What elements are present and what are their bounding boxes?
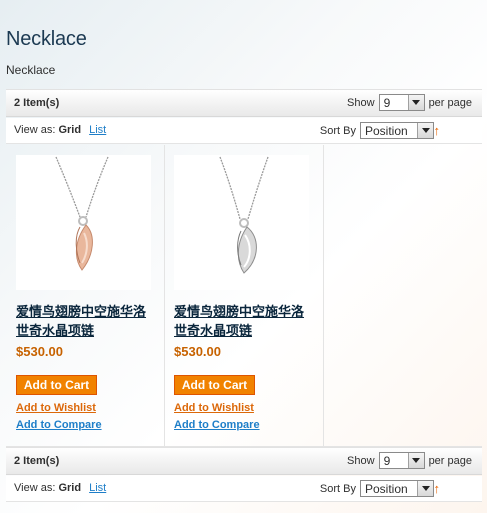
product-name-link[interactable]: 爱情鸟翅膀中空施华洛世奇水晶项链	[174, 302, 314, 340]
toolbar-sorter-top: View as: Grid List Sort By Position ↑	[6, 118, 482, 144]
add-to-compare-link[interactable]: Add to Compare	[174, 419, 260, 431]
product-grid: 爱情鸟翅膀中空施华洛世奇水晶项链 $530.00 Add to Cart Add…	[6, 145, 482, 447]
toolbar-pager-top: 2 Item(s) Show 9 per page	[6, 89, 482, 117]
limit-select[interactable]: 9	[378, 452, 425, 469]
per-page-label: per page	[428, 96, 472, 109]
sort-by: Sort By Position	[320, 122, 438, 139]
page-title: Necklace	[6, 28, 87, 50]
view-grid-current: Grid	[58, 482, 82, 494]
chevron-down-icon[interactable]	[407, 453, 424, 468]
view-as-label: View as:	[14, 482, 56, 494]
product-name-link[interactable]: 爱情鸟翅膀中空施华洛世奇水晶项链	[16, 302, 156, 340]
view-as-label: View as:	[14, 124, 56, 136]
view-list-link[interactable]: List	[89, 482, 106, 494]
sort-by-label: Sort By	[319, 482, 356, 495]
product-item: 爱情鸟翅膀中空施华洛世奇水晶项链 $530.00 Add to Cart Add…	[6, 145, 164, 447]
sort-direction-icon[interactable]: ↑	[434, 481, 441, 496]
add-to-cart-button[interactable]: Add to Cart	[174, 375, 255, 395]
sort-select[interactable]: Position	[360, 122, 434, 139]
limiter: Show 9 per page	[347, 94, 472, 111]
add-to-compare-link[interactable]: Add to Compare	[16, 419, 102, 431]
item-count: 2 Item(s)	[14, 97, 60, 109]
toolbar-pager-bottom: 2 Item(s) Show 9 per page	[6, 447, 482, 475]
category-description: Necklace	[6, 63, 56, 77]
chevron-down-icon[interactable]	[417, 481, 433, 496]
toolbar-sorter-bottom: View as: Grid List Sort By Position ↑	[6, 476, 482, 502]
limit-value: 9	[383, 95, 391, 110]
view-list-link[interactable]: List	[89, 124, 106, 136]
sort-select[interactable]: Position	[360, 480, 434, 497]
view-mode: View as: Grid List	[14, 482, 106, 494]
sort-by-label: Sort By	[319, 124, 356, 137]
show-label: Show	[347, 454, 375, 467]
column-divider	[323, 145, 324, 446]
product-price: $530.00	[16, 344, 63, 359]
chevron-down-icon[interactable]	[407, 95, 424, 110]
limiter: Show 9 per page	[347, 452, 472, 469]
view-mode: View as: Grid List	[14, 124, 106, 136]
per-page-label: per page	[428, 454, 472, 467]
sort-value: Position	[365, 123, 408, 138]
sort-by: Sort By Position	[320, 480, 438, 497]
sort-direction-icon[interactable]: ↑	[434, 123, 441, 138]
limit-value: 9	[383, 453, 391, 468]
chevron-down-icon[interactable]	[417, 123, 433, 138]
add-to-wishlist-link[interactable]: Add to Wishlist	[174, 402, 254, 414]
show-label: Show	[347, 96, 375, 109]
necklace-silver-wing-icon	[219, 156, 269, 274]
item-count: 2 Item(s)	[14, 455, 60, 467]
view-grid-current: Grid	[58, 124, 82, 136]
sort-value: Position	[365, 481, 408, 496]
product-image[interactable]	[16, 155, 151, 290]
product-item: 爱情鸟翅膀中空施华洛世奇水晶项链 $530.00 Add to Cart Add…	[164, 145, 322, 447]
limit-select[interactable]: 9	[378, 94, 425, 111]
add-to-wishlist-link[interactable]: Add to Wishlist	[16, 402, 96, 414]
product-image[interactable]	[174, 155, 309, 290]
product-price: $530.00	[174, 344, 221, 359]
add-to-cart-button[interactable]: Add to Cart	[16, 375, 97, 395]
necklace-rose-gold-wing-icon	[55, 156, 109, 271]
